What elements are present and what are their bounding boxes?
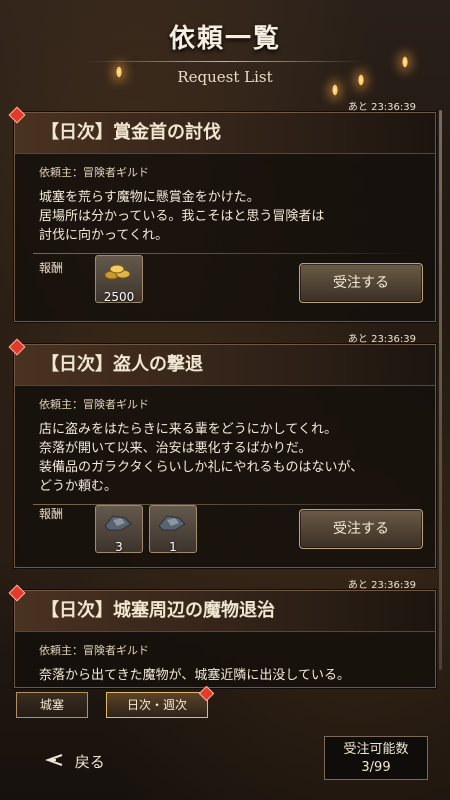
page-subtitle: Request List xyxy=(177,68,273,86)
back-button[interactable]: 戻る xyxy=(44,751,105,772)
reward-label: 報酬 xyxy=(39,507,64,521)
quest-title: 【日次】城塞周辺の魔物退治 xyxy=(15,591,435,632)
capacity-label: 受注可能数 xyxy=(343,742,409,757)
scrollbar[interactable] xyxy=(439,110,442,670)
accept-capacity-box: 受注可能数 3/99 xyxy=(324,736,428,780)
accept-button[interactable]: 受注する xyxy=(299,509,423,549)
reward-item: 1 xyxy=(149,505,197,554)
page-header: 依頼一覧 Request List xyxy=(0,18,450,86)
scrap-material-icon xyxy=(158,515,186,531)
quest-client: 依頼主：冒険者ギルド xyxy=(39,398,149,411)
reward-quantity: 3 xyxy=(115,540,123,554)
reward-quantity: 2500 xyxy=(103,290,135,304)
quest-client: 依頼主：冒険者ギルド xyxy=(39,644,149,657)
quest-description: 店に盗みをはたらきに来る輩をどうにかしてくれ。 奈落が開いて以来、治安は悪化する… xyxy=(39,422,364,494)
gold-coins-icon xyxy=(104,264,131,280)
reward-quantity: 1 xyxy=(169,540,177,554)
filter-tab-fortress[interactable]: 城塞 xyxy=(16,692,88,718)
filter-tab-daily-weekly[interactable]: 日次・週次 xyxy=(106,685,215,718)
page-title: 依頼一覧 xyxy=(168,24,281,54)
back-label: 戻る xyxy=(74,753,105,771)
title-divider xyxy=(85,61,365,62)
reward-label: 報酬 xyxy=(39,261,64,275)
quest-description: 城塞を荒らす魔物に懸賞金をかけた。 居場所は分かっている。我こそはと思う冒険者は… xyxy=(39,190,325,243)
quest-timer: あと 23:36:39 xyxy=(347,102,416,113)
quest-card[interactable]: 【日次】城塞周辺の魔物退治 依頼主：冒険者ギルド 奈落から出てきた魔物が、城塞近… xyxy=(8,584,436,688)
new-badge-icon xyxy=(198,685,215,702)
scrap-material-icon xyxy=(104,515,132,531)
reward-item: 2500 xyxy=(95,255,143,304)
quest-description: 奈落から出てきた魔物が、城塞近隣に出没している。 xyxy=(39,668,350,683)
filter-label: 日次・週次 xyxy=(126,698,187,712)
quest-timer: あと 23:36:39 xyxy=(347,334,416,345)
accept-button[interactable]: 受注する xyxy=(299,263,423,303)
capacity-value: 3/99 xyxy=(361,760,391,775)
quest-title: 【日次】盗人の撃退 xyxy=(15,345,435,386)
quest-card[interactable]: 【日次】賞金首の討伐 依頼主：冒険者ギルド 城塞を荒らす魔物に懸賞金をかけた。 … xyxy=(8,106,436,322)
reward-item: 3 xyxy=(95,505,143,554)
quest-title: 【日次】賞金首の討伐 xyxy=(15,113,435,154)
quest-timer: あと 23:36:39 xyxy=(347,580,416,591)
back-arrow-icon xyxy=(44,753,64,771)
quest-card[interactable]: 【日次】盗人の撃退 依頼主：冒険者ギルド 店に盗みをはたらきに来る輩をどうにかし… xyxy=(8,338,436,568)
divider xyxy=(33,504,417,505)
divider xyxy=(33,253,417,254)
quest-client: 依頼主：冒険者ギルド xyxy=(39,166,149,179)
